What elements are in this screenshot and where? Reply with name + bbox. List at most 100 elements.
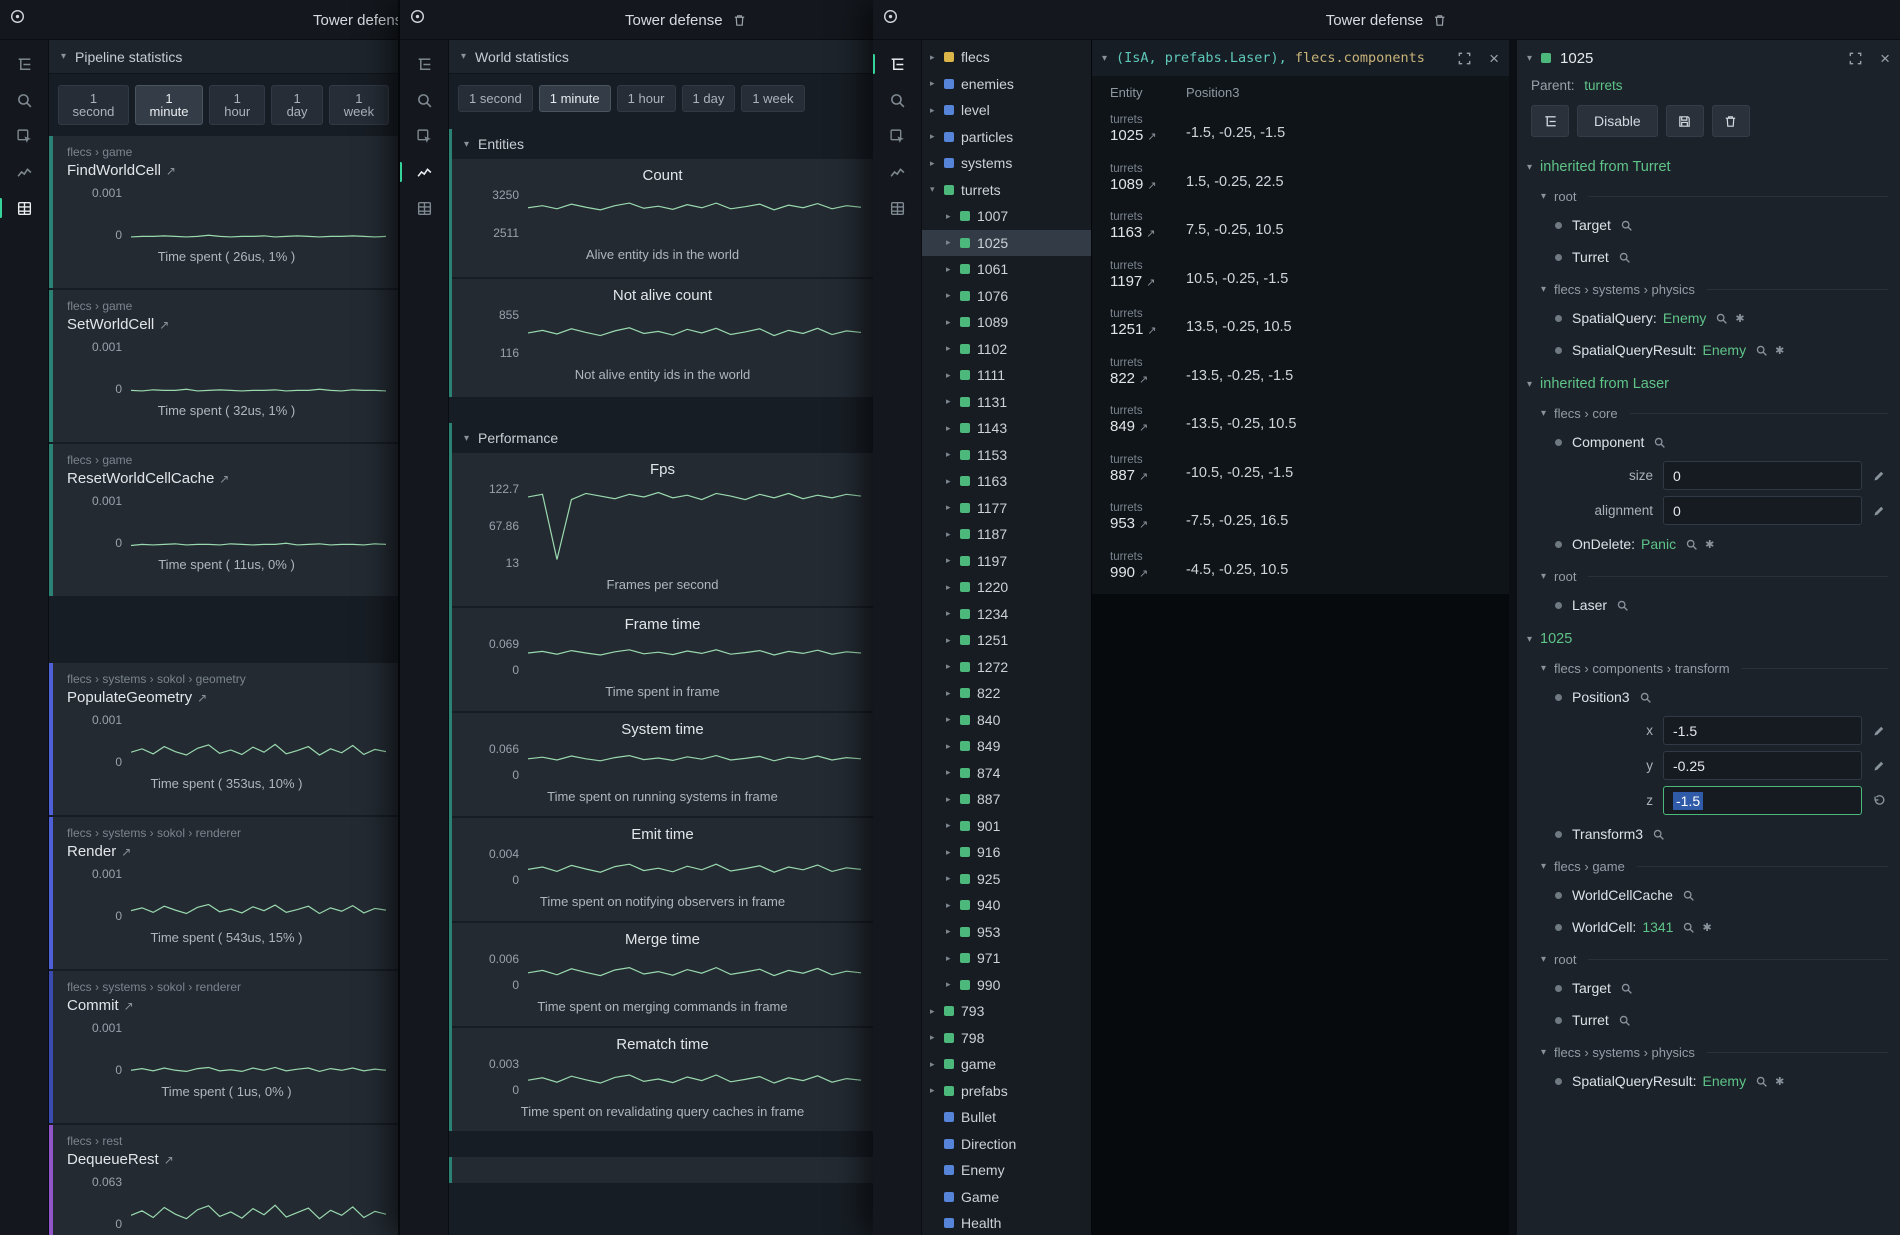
tree-item-1272[interactable]: ▸1272 [922, 654, 1091, 681]
expand-icon[interactable] [1848, 51, 1863, 66]
tree-item-1220[interactable]: ▸1220 [922, 574, 1091, 601]
component-value-link[interactable]: Enemy [1703, 342, 1747, 358]
tree-item-887[interactable]: ▸887 [922, 786, 1091, 813]
disable-button[interactable]: Disable [1577, 105, 1658, 137]
pencil-icon[interactable] [1872, 759, 1886, 773]
system-name-link[interactable]: PopulateGeometry↗ [67, 689, 386, 706]
panel-header[interactable]: ▾ World statistics [449, 40, 873, 74]
tree-item-1111[interactable]: ▸1111 [922, 362, 1091, 389]
close-icon[interactable]: × [1489, 50, 1499, 67]
chart-icon[interactable] [410, 158, 438, 186]
tree-item-turrets[interactable]: ▾turrets [922, 177, 1091, 204]
tree-item-Direction[interactable]: Direction [922, 1131, 1091, 1158]
tree-item-1153[interactable]: ▸1153 [922, 442, 1091, 469]
tree-icon[interactable] [410, 50, 438, 78]
trash-icon[interactable] [732, 13, 747, 28]
magnifier-icon[interactable] [1618, 251, 1631, 264]
tree-item-1197[interactable]: ▸1197 [922, 548, 1091, 575]
tree-item-1025[interactable]: ▸1025 [922, 230, 1091, 257]
search-icon[interactable] [10, 86, 38, 114]
magnifier-icon[interactable] [1715, 312, 1728, 325]
table-icon[interactable] [410, 194, 438, 222]
section-header[interactable]: ▾Performance [452, 423, 873, 453]
entity-link[interactable]: 1089↗ [1110, 176, 1186, 193]
tree-item-953[interactable]: ▸953 [922, 919, 1091, 946]
tree-item-1102[interactable]: ▸1102 [922, 336, 1091, 363]
time-range-button[interactable]: 1 minute [135, 85, 203, 125]
section-header[interactable]: ▾Entities [452, 129, 873, 159]
magnifier-icon[interactable] [1682, 921, 1695, 934]
system-name-link[interactable]: DequeueRest↗ [67, 1151, 386, 1168]
tree-item-Game[interactable]: Game [922, 1184, 1091, 1211]
time-range-button[interactable]: 1 week [741, 85, 804, 112]
component-group-header[interactable]: ▾flecs › systems › physics [1517, 1036, 1900, 1065]
undo-icon[interactable] [1872, 794, 1886, 808]
select-icon[interactable] [883, 122, 911, 150]
magnifier-icon[interactable] [1620, 219, 1633, 232]
tree-item-901[interactable]: ▸901 [922, 813, 1091, 840]
entity-link[interactable]: 887↗ [1110, 467, 1186, 484]
tree-item-game[interactable]: ▸game [922, 1051, 1091, 1078]
entity-link[interactable]: 822↗ [1110, 370, 1186, 387]
tree-item-798[interactable]: ▸798 [922, 1025, 1091, 1052]
tree-item-840[interactable]: ▸840 [922, 707, 1091, 734]
tree-item-level[interactable]: ▸level [922, 97, 1091, 124]
tree-item-Enemy[interactable]: Enemy [922, 1157, 1091, 1184]
tree-item-990[interactable]: ▸990 [922, 972, 1091, 999]
tree-item-849[interactable]: ▸849 [922, 733, 1091, 760]
time-range-button[interactable]: 1 minute [539, 85, 611, 112]
component-value-link[interactable]: 1341 [1642, 919, 1673, 935]
component-group-header[interactable]: ▾root [1517, 560, 1900, 589]
magnifier-icon[interactable] [1620, 982, 1633, 995]
time-range-button[interactable]: 1 week [329, 85, 389, 125]
tree-item-1163[interactable]: ▸1163 [922, 468, 1091, 495]
time-range-button[interactable]: 1 hour [617, 85, 676, 112]
component-group-header[interactable]: ▾flecs › game [1517, 850, 1900, 879]
entity-link[interactable]: 953↗ [1110, 515, 1186, 532]
tree-icon[interactable] [10, 50, 38, 78]
magnifier-icon[interactable] [1755, 1075, 1768, 1088]
inspector-section-header[interactable]: ▾inherited from Turret [1517, 149, 1900, 180]
tree-item-1143[interactable]: ▸1143 [922, 415, 1091, 442]
tree-item-Bullet[interactable]: Bullet [922, 1104, 1091, 1131]
component-group-header[interactable]: ▾flecs › systems › physics [1517, 273, 1900, 302]
component-value-link[interactable]: Enemy [1663, 310, 1707, 326]
chevron-down-icon[interactable]: ▾ [1102, 53, 1107, 64]
magnifier-icon[interactable] [1618, 1014, 1631, 1027]
component-value-link[interactable]: Panic [1641, 536, 1676, 552]
magnifier-icon[interactable] [1653, 436, 1666, 449]
system-name-link[interactable]: ResetWorldCellCache↗ [67, 470, 386, 487]
table-icon[interactable] [10, 194, 38, 222]
entity-link[interactable]: 1251↗ [1110, 321, 1186, 338]
time-range-button[interactable]: 1 second [58, 85, 129, 125]
component-group-header[interactable]: ▾flecs › components › transform [1517, 652, 1900, 681]
pencil-icon[interactable] [1872, 469, 1886, 483]
delete-button[interactable] [1712, 105, 1750, 137]
magnifier-icon[interactable] [1639, 691, 1652, 704]
chart-icon[interactable] [10, 158, 38, 186]
tree-item-prefabs[interactable]: ▸prefabs [922, 1078, 1091, 1105]
chevron-down-icon[interactable]: ▾ [1527, 53, 1532, 64]
magnifier-icon[interactable] [1616, 599, 1629, 612]
expand-icon[interactable] [1457, 51, 1472, 66]
field-input-x[interactable]: -1.5 [1663, 716, 1862, 745]
component-group-header[interactable]: ▾flecs › core [1517, 397, 1900, 426]
time-range-button[interactable]: 1 second [458, 85, 533, 112]
tree-item-1007[interactable]: ▸1007 [922, 203, 1091, 230]
trash-icon[interactable] [1432, 13, 1447, 28]
time-range-button[interactable]: 1 hour [209, 85, 265, 125]
save-button[interactable] [1666, 105, 1704, 137]
tree-icon[interactable] [883, 50, 911, 78]
tree-item-1177[interactable]: ▸1177 [922, 495, 1091, 522]
panel-header[interactable]: ▾ Pipeline statistics [49, 40, 398, 74]
magnifier-icon[interactable] [1755, 344, 1768, 357]
tree-item-1187[interactable]: ▸1187 [922, 521, 1091, 548]
component-value-link[interactable]: Enemy [1703, 1073, 1747, 1089]
tree-item-971[interactable]: ▸971 [922, 945, 1091, 972]
tree-item-1251[interactable]: ▸1251 [922, 627, 1091, 654]
close-icon[interactable]: × [1880, 50, 1890, 67]
tree-item-Health[interactable]: Health [922, 1210, 1091, 1235]
entity-link[interactable]: 1025↗ [1110, 127, 1186, 144]
field-input-alignment[interactable]: 0 [1663, 496, 1862, 525]
pencil-icon[interactable] [1872, 724, 1886, 738]
